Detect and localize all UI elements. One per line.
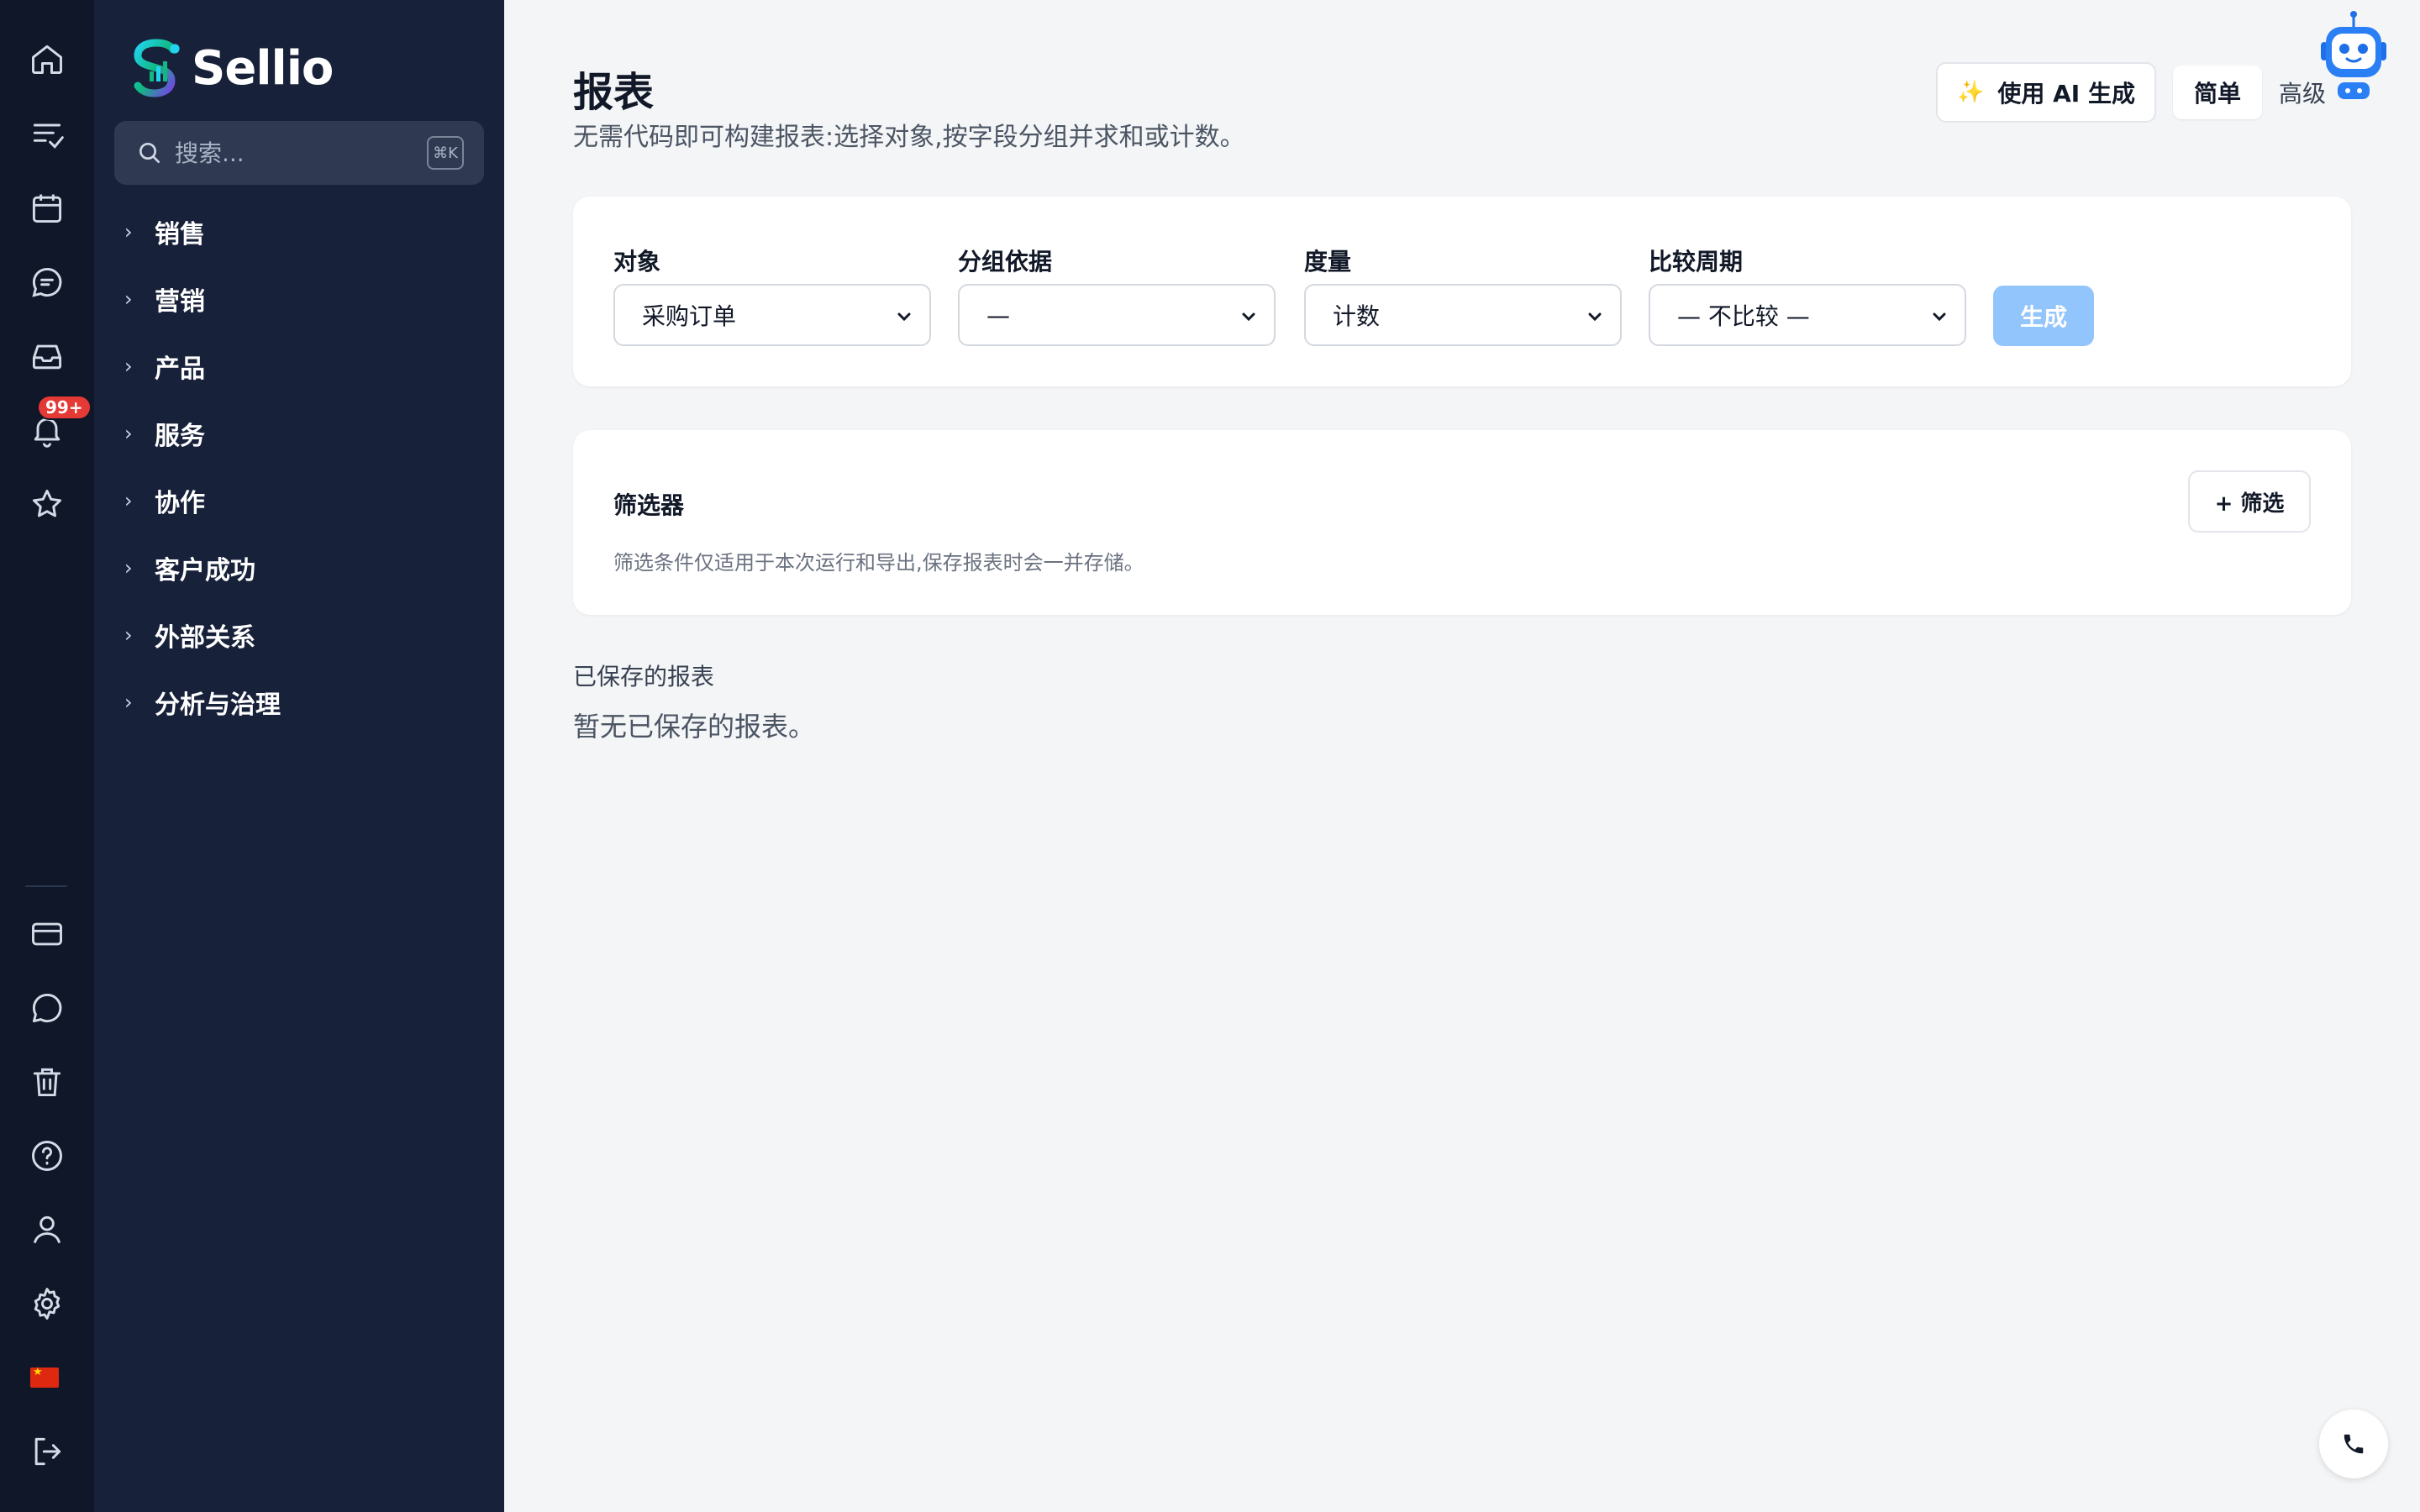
rail-divider xyxy=(25,885,67,887)
user-icon[interactable] xyxy=(25,1208,69,1252)
chevron-right-icon: › xyxy=(124,556,133,580)
filters-title: 筛选器 xyxy=(613,491,685,519)
simple-mode-button[interactable]: 简单 xyxy=(2173,66,2262,119)
china-flag-icon[interactable] xyxy=(30,1366,59,1388)
robot-assistant-icon[interactable] xyxy=(2317,8,2390,101)
measure-select[interactable]: 计数 xyxy=(1304,284,1622,346)
search-box[interactable]: ⌘K xyxy=(114,121,484,185)
chevron-right-icon: › xyxy=(124,623,133,647)
sellio-logo-icon xyxy=(134,39,180,97)
search-icon xyxy=(139,143,160,163)
nav-item-label: 产品 xyxy=(155,354,205,384)
sidebar: Sellio ⌘K › 销售 › 营销 › 产品 › 服务 › 协作 › xyxy=(94,0,504,1512)
phone-call-button[interactable] xyxy=(2319,1410,2388,1478)
filters-description: 筛选条件仅适用于本次运行和导出,保存报表时会一并存储。 xyxy=(613,551,1144,575)
measure-label: 度量 xyxy=(1304,248,1352,276)
nav-item-label: 客户成功 xyxy=(155,556,255,585)
generate-with-ai-button[interactable]: ✨ 使用 AI 生成 xyxy=(1936,62,2156,123)
generate-button[interactable]: 生成 xyxy=(1993,286,2094,346)
icon-rail: 99+ xyxy=(0,0,94,1512)
nav-item-service[interactable]: › 服务 xyxy=(124,408,205,459)
trash-icon[interactable] xyxy=(25,1060,69,1104)
card-icon[interactable] xyxy=(25,912,69,956)
compare-period-select-value: — 不比较 — xyxy=(1677,302,1810,330)
nav-item-label: 营销 xyxy=(155,287,205,317)
chevron-down-icon xyxy=(897,312,911,322)
chevron-right-icon: › xyxy=(124,354,133,378)
phone-icon xyxy=(2344,1434,2364,1454)
chevron-down-icon xyxy=(1933,312,1946,322)
chevron-right-icon: › xyxy=(124,489,133,512)
nav-item-label: 协作 xyxy=(155,489,205,518)
group-by-label: 分组依据 xyxy=(958,248,1053,276)
chevron-right-icon: › xyxy=(124,690,133,714)
settings-icon[interactable] xyxy=(25,1282,69,1326)
object-select[interactable]: 采购订单 xyxy=(613,284,931,346)
logout-icon[interactable] xyxy=(25,1430,69,1473)
group-by-select-value: — xyxy=(986,301,1010,329)
home-icon[interactable] xyxy=(25,37,69,81)
group-by-select[interactable]: — xyxy=(958,284,1276,346)
nav-item-label: 销售 xyxy=(155,220,205,249)
nav-item-customer-success[interactable]: › 客户成功 xyxy=(124,543,255,593)
notifications-badge: 99+ xyxy=(37,395,92,420)
messages-icon[interactable] xyxy=(25,260,69,304)
main-content: 报表 无需代码即可构建报表:选择对象,按字段分组并求和或计数。 ✨ 使用 AI … xyxy=(504,0,2420,1512)
object-label: 对象 xyxy=(613,248,661,276)
brand-logo[interactable]: Sellio xyxy=(129,30,334,106)
chevron-down-icon xyxy=(1588,312,1602,322)
chevron-right-icon: › xyxy=(124,220,133,244)
chat-icon[interactable] xyxy=(25,986,69,1030)
chevron-right-icon: › xyxy=(124,422,133,445)
nav-item-analytics-governance[interactable]: › 分析与治理 xyxy=(124,677,281,727)
generate-with-ai-label: 使用 AI 生成 xyxy=(1997,80,2135,108)
nav-item-external-relations[interactable]: › 外部关系 xyxy=(124,610,255,660)
nav-item-label: 外部关系 xyxy=(155,623,255,653)
nav-item-collaboration[interactable]: › 协作 xyxy=(124,475,205,526)
nav-item-label: 服务 xyxy=(155,422,205,451)
add-filter-button[interactable]: + 筛选 xyxy=(2188,470,2311,533)
search-input[interactable] xyxy=(175,121,410,185)
filters-card: 筛选器 筛选条件仅适用于本次运行和导出,保存报表时会一并存储。 + 筛选 xyxy=(573,430,2351,615)
inbox-icon[interactable] xyxy=(25,334,69,378)
measure-select-value: 计数 xyxy=(1333,302,1381,330)
sparkle-icon: ✨ xyxy=(1957,80,1985,105)
nav-item-marketing[interactable]: › 营销 xyxy=(124,274,205,324)
chevron-right-icon: › xyxy=(124,287,133,311)
report-config-card: 对象 采购订单 分组依据 — 度量 计数 比较周期 — 不比较 — 生成 xyxy=(573,197,2351,386)
brand-name: Sellio xyxy=(192,40,334,96)
nav-item-products[interactable]: › 产品 xyxy=(124,341,205,391)
search-shortcut-hint: ⌘K xyxy=(427,136,464,170)
saved-reports-title: 已保存的报表 xyxy=(573,663,715,690)
help-icon[interactable] xyxy=(25,1134,69,1178)
nav-item-label: 分析与治理 xyxy=(155,690,281,720)
page-title: 报表 xyxy=(573,69,655,116)
chevron-down-icon xyxy=(1242,312,1255,322)
compare-period-select[interactable]: — 不比较 — xyxy=(1649,284,1966,346)
page-subtitle: 无需代码即可构建报表:选择对象,按字段分组并求和或计数。 xyxy=(573,123,1245,152)
calendar-icon[interactable] xyxy=(25,186,69,230)
nav-item-sales[interactable]: › 销售 xyxy=(124,207,205,257)
saved-reports-empty: 暂无已保存的报表。 xyxy=(573,711,816,743)
star-icon[interactable] xyxy=(25,482,69,526)
object-select-value: 采购订单 xyxy=(642,302,737,330)
tasks-icon[interactable] xyxy=(25,113,69,156)
compare-period-label: 比较周期 xyxy=(1649,248,1744,276)
